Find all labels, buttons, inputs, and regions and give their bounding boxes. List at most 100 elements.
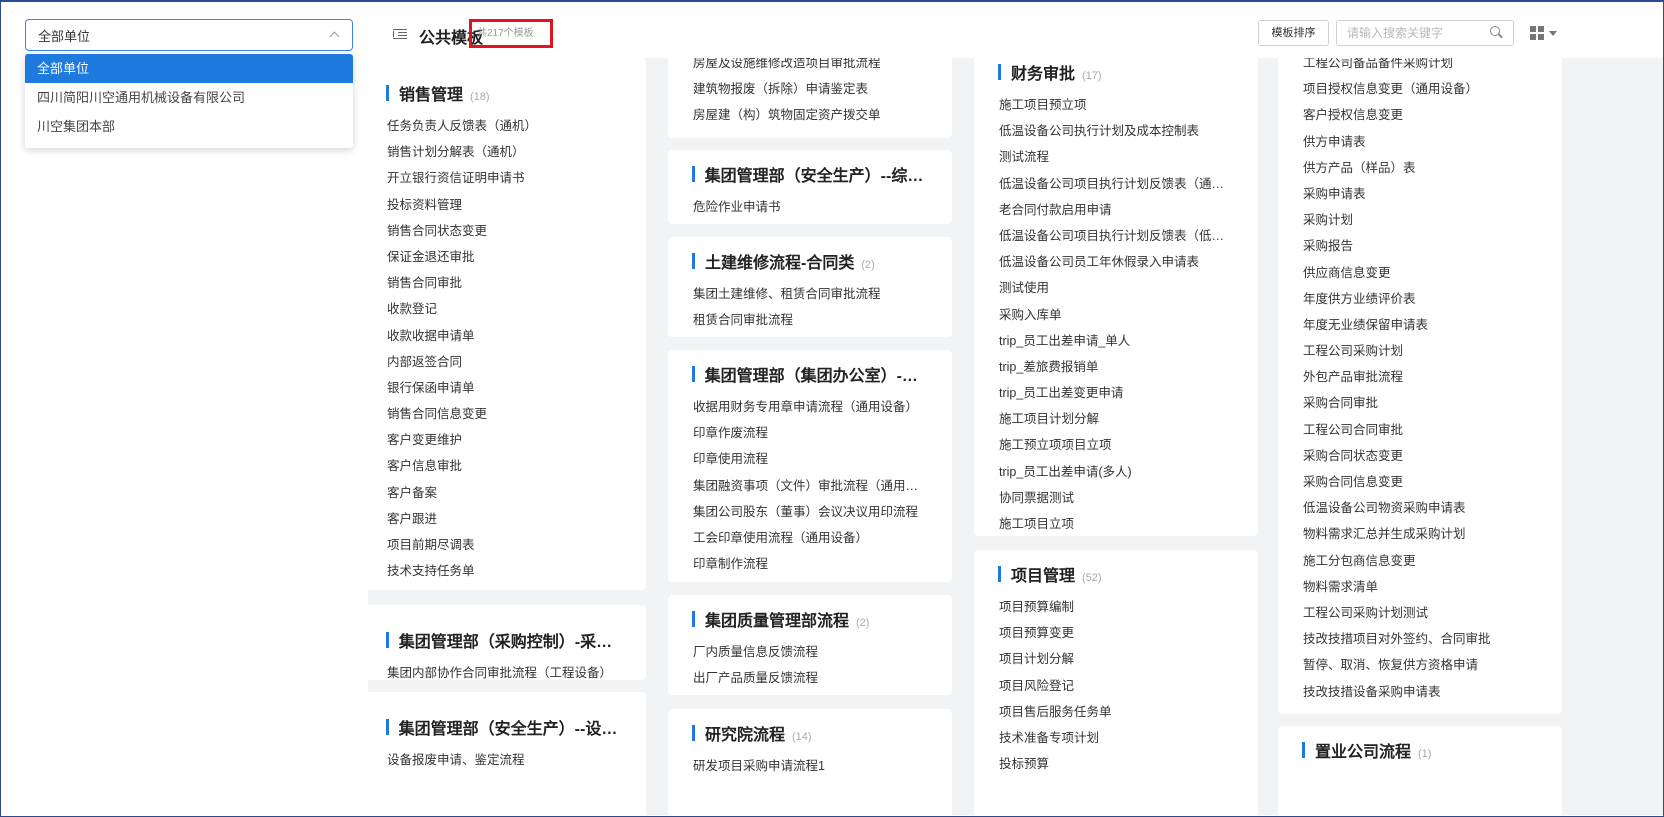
template-item[interactable]: 采购入库单	[998, 302, 1234, 328]
card-accent	[692, 611, 695, 627]
template-item[interactable]: 建筑物报废（拆除）申请鉴定表	[692, 76, 928, 102]
template-item[interactable]: 采购申请表	[1302, 181, 1538, 207]
search-icon[interactable]	[1490, 26, 1502, 38]
template-item[interactable]: 任务负责人反馈表（通机）	[386, 113, 622, 139]
template-item[interactable]: 客户信息审批	[386, 453, 622, 479]
template-item[interactable]: 低温设备公司项目执行计划反馈表（通用）	[998, 171, 1234, 197]
template-item[interactable]: 工程公司采购计划	[1302, 338, 1538, 364]
template-item[interactable]: 低温设备公司执行计划及成本控制表	[998, 118, 1234, 144]
template-item[interactable]: 项目风险登记	[998, 673, 1234, 699]
template-item[interactable]: 内部返签合同	[386, 349, 622, 375]
template-item[interactable]: 采购合同审批	[1302, 390, 1538, 416]
grid-view-icon[interactable]	[1530, 26, 1544, 40]
template-item[interactable]: 年度无业绩保留申请表	[1302, 312, 1538, 338]
template-item[interactable]: 厂内质量信息反馈流程	[692, 639, 928, 665]
template-item[interactable]: 销售计划分解表（通机）	[386, 139, 622, 165]
template-item[interactable]: 协同票据测试	[998, 485, 1234, 511]
template-item[interactable]: 低温设备公司员工年休假录入申请表	[998, 249, 1234, 275]
card-title-text: 置业公司流程	[1315, 744, 1412, 761]
search-input[interactable]	[1336, 20, 1514, 46]
template-sort-button[interactable]: 模板排序	[1258, 20, 1329, 46]
template-item[interactable]: 供应商信息变更	[1302, 260, 1538, 286]
template-item[interactable]: 采购合同状态变更	[1302, 443, 1538, 469]
template-item[interactable]: 收据用财务专用章申请流程（通用设备）	[692, 394, 928, 420]
template-item[interactable]: trip_员工出差变更申请	[998, 380, 1234, 406]
template-item[interactable]: trip_员工出差申请_单人	[998, 328, 1234, 354]
template-item[interactable]: 收款登记	[386, 296, 622, 322]
template-item[interactable]: 集团土建维修、租赁合同审批流程	[692, 281, 928, 307]
unit-option[interactable]: 川空集团本部	[25, 112, 353, 141]
template-item[interactable]: trip_员工出差申请(多人)	[998, 459, 1234, 485]
template-item[interactable]: 客户备案	[386, 480, 622, 506]
template-item[interactable]: 开立银行资信证明申请书	[386, 165, 622, 191]
unit-option[interactable]: 四川简阳川空通用机械设备有限公司	[25, 83, 353, 112]
template-item[interactable]: 租赁合同审批流程	[692, 307, 928, 333]
template-item[interactable]: 物料需求清单	[1302, 574, 1538, 600]
template-item[interactable]: 印章使用流程	[692, 446, 928, 472]
template-item[interactable]: 技改技措设备采购申请表	[1302, 679, 1538, 705]
card-title: 土建维修流程-合同类 (2)	[692, 249, 928, 273]
unit-option[interactable]: 全部单位	[25, 54, 353, 83]
template-item[interactable]: 保证金退还审批	[386, 244, 622, 270]
template-item[interactable]: 技术准备专项计划	[998, 725, 1234, 751]
template-item[interactable]: 客户变更维护	[386, 427, 622, 453]
template-item[interactable]: 工会印章使用流程（通用设备）	[692, 525, 928, 551]
template-item[interactable]: 客户授权信息变更	[1302, 102, 1538, 128]
template-item[interactable]: 银行保函申请单	[386, 375, 622, 401]
template-item[interactable]: 集团内部协作合同审批流程（工程设备）	[386, 660, 622, 686]
template-item[interactable]: 房屋建（构）筑物固定资产拨交单	[692, 102, 928, 128]
template-item[interactable]: 工程公司合同审批	[1302, 417, 1538, 443]
template-item[interactable]: 供方产品（样品）表	[1302, 155, 1538, 181]
template-item[interactable]: 销售合同审批	[386, 270, 622, 296]
menu-fold-icon[interactable]	[393, 29, 407, 39]
template-item[interactable]: 项目计划分解	[998, 646, 1234, 672]
template-item[interactable]: 采购合同信息变更	[1302, 469, 1538, 495]
template-item[interactable]: 印章作废流程	[692, 420, 928, 446]
template-item[interactable]: 施工分包商信息变更	[1302, 548, 1538, 574]
template-item[interactable]: 项目前期尽调表	[386, 532, 622, 558]
template-item[interactable]: 施工预立项项目立项	[998, 432, 1234, 458]
template-item[interactable]: 销售合同信息变更	[386, 401, 622, 427]
template-item[interactable]: 工程公司备品备件采购计划	[1302, 58, 1538, 76]
template-item[interactable]: 施工项目预立项	[998, 92, 1234, 118]
template-item[interactable]: 房屋及设施维修改造项目审批流程	[692, 58, 928, 76]
caret-down-icon[interactable]	[1549, 31, 1557, 36]
template-item[interactable]: 采购报告	[1302, 233, 1538, 259]
template-item[interactable]: trip_差旅费报销单	[998, 354, 1234, 380]
unit-select[interactable]: 全部单位	[25, 19, 353, 51]
template-item[interactable]: 低温设备公司项目执行计划反馈表（低温）	[998, 223, 1234, 249]
template-item[interactable]: 集团融资事项（文件）审批流程（通用设备）	[692, 473, 928, 499]
template-item[interactable]: 采购计划	[1302, 207, 1538, 233]
template-item[interactable]: 项目售后服务任务单	[998, 699, 1234, 725]
template-item[interactable]: 项目授权信息变更（通用设备）	[1302, 76, 1538, 102]
template-item[interactable]: 销售合同状态变更	[386, 218, 622, 244]
template-item[interactable]: 供方申请表	[1302, 129, 1538, 155]
template-item[interactable]: 测试使用	[998, 275, 1234, 301]
template-item[interactable]: 年度供方业绩评价表	[1302, 286, 1538, 312]
template-item[interactable]: 技改技措项目对外签约、合同审批	[1302, 626, 1538, 652]
template-item[interactable]: 客户跟进	[386, 506, 622, 532]
template-item[interactable]: 物料需求汇总并生成采购计划	[1302, 521, 1538, 547]
template-item[interactable]: 工程公司采购计划测试	[1302, 600, 1538, 626]
template-item[interactable]: 投标预算	[998, 751, 1234, 777]
template-item[interactable]: 暂停、取消、恢复供方资格申请	[1302, 652, 1538, 678]
card-title: 销售管理 (18)	[386, 81, 622, 105]
template-item[interactable]: 项目预算编制	[998, 594, 1234, 620]
template-item[interactable]: 施工项目立项	[998, 511, 1234, 537]
template-item[interactable]: 外包产品审批流程	[1302, 364, 1538, 390]
template-item[interactable]: 施工项目计划分解	[998, 406, 1234, 432]
template-item[interactable]: 技术支持任务单	[386, 558, 622, 584]
template-item[interactable]: 印章制作流程	[692, 551, 928, 577]
template-item[interactable]: 设备报废申请、鉴定流程	[386, 747, 622, 773]
template-item[interactable]: 低温设备公司物资采购申请表	[1302, 495, 1538, 521]
template-item[interactable]: 投标资料管理	[386, 192, 622, 218]
template-item[interactable]: 项目预算变更	[998, 620, 1234, 646]
template-item[interactable]: 老合同付款启用申请	[998, 197, 1234, 223]
template-item[interactable]: 出厂产品质量反馈流程	[692, 665, 928, 691]
template-item[interactable]: 危险作业申请书	[692, 194, 928, 220]
template-item[interactable]: 集团公司股东（董事）会议决议用印流程	[692, 499, 928, 525]
template-list: 集团内部协作合同审批流程（工程设备）	[386, 660, 622, 686]
template-item[interactable]: 收款收据申请单	[386, 323, 622, 349]
template-item[interactable]: 研发项目采购申请流程1	[692, 753, 928, 779]
template-item[interactable]: 测试流程	[998, 144, 1234, 170]
